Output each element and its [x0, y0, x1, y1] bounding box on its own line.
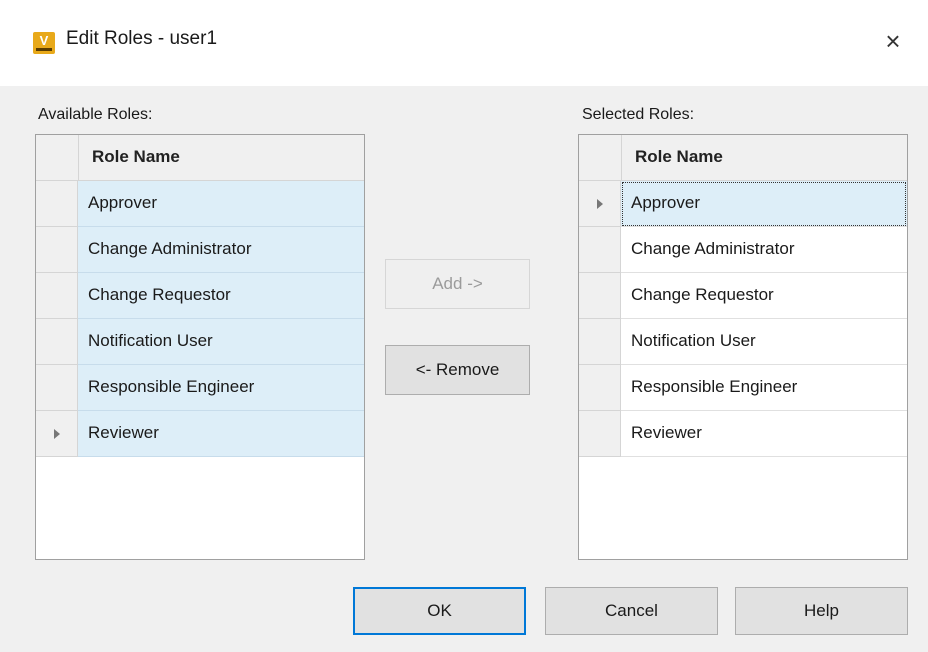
row-header[interactable]: [579, 365, 621, 411]
help-button[interactable]: Help: [735, 587, 908, 635]
role-cell[interactable]: Notification User: [621, 319, 907, 365]
row-header-corner: [579, 135, 622, 180]
table-row[interactable]: Approver: [579, 181, 907, 227]
table-row[interactable]: Change Requestor: [579, 273, 907, 319]
role-cell[interactable]: Reviewer: [621, 411, 907, 457]
row-header[interactable]: [579, 227, 621, 273]
role-cell[interactable]: Approver: [78, 181, 364, 227]
close-icon[interactable]: ×: [876, 24, 910, 58]
role-cell[interactable]: Reviewer: [78, 411, 364, 457]
role-cell[interactable]: Responsible Engineer: [78, 365, 364, 411]
available-roles-label: Available Roles:: [38, 106, 153, 123]
table-row[interactable]: Change Requestor: [36, 273, 364, 319]
row-header[interactable]: [36, 365, 78, 411]
row-header-corner: [36, 135, 79, 180]
add-button[interactable]: Add ->: [385, 259, 530, 309]
window-title: Edit Roles - user1: [66, 28, 218, 49]
grid-header: Role Name: [36, 135, 364, 181]
table-row[interactable]: Notification User: [36, 319, 364, 365]
role-cell[interactable]: Change Requestor: [621, 273, 907, 319]
row-header[interactable]: [36, 411, 78, 457]
role-name-column-header[interactable]: Role Name: [92, 147, 180, 167]
current-row-arrow-icon: [54, 429, 60, 439]
role-cell[interactable]: Change Requestor: [78, 273, 364, 319]
remove-button[interactable]: <- Remove: [385, 345, 530, 395]
ok-button[interactable]: OK: [353, 587, 526, 635]
row-header[interactable]: [36, 181, 78, 227]
table-row[interactable]: Approver: [36, 181, 364, 227]
role-cell[interactable]: Responsible Engineer: [621, 365, 907, 411]
table-row[interactable]: Responsible Engineer: [36, 365, 364, 411]
table-row[interactable]: Reviewer: [579, 411, 907, 457]
available-roles-grid[interactable]: Role Name Approver Change Administrator …: [35, 134, 365, 560]
vault-app-icon: [33, 32, 55, 54]
row-header[interactable]: [579, 181, 621, 227]
table-row[interactable]: Notification User: [579, 319, 907, 365]
selected-roles-label: Selected Roles:: [582, 106, 695, 123]
role-cell[interactable]: Approver: [621, 181, 907, 227]
row-header[interactable]: [579, 319, 621, 365]
role-cell[interactable]: Change Administrator: [621, 227, 907, 273]
table-row[interactable]: Responsible Engineer: [579, 365, 907, 411]
current-row-arrow-icon: [597, 199, 603, 209]
table-row[interactable]: Change Administrator: [579, 227, 907, 273]
cancel-button[interactable]: Cancel: [545, 587, 718, 635]
role-name-column-header[interactable]: Role Name: [635, 147, 723, 167]
selected-roles-grid[interactable]: Role Name Approver Change Administrator …: [578, 134, 908, 560]
table-row[interactable]: Change Administrator: [36, 227, 364, 273]
row-header[interactable]: [36, 273, 78, 319]
role-cell[interactable]: Notification User: [78, 319, 364, 365]
grid-header: Role Name: [579, 135, 907, 181]
role-cell[interactable]: Change Administrator: [78, 227, 364, 273]
table-row[interactable]: Reviewer: [36, 411, 364, 457]
title-bar: Edit Roles - user1 ×: [0, 0, 928, 86]
row-header[interactable]: [36, 227, 78, 273]
row-header[interactable]: [579, 273, 621, 319]
row-header[interactable]: [36, 319, 78, 365]
row-header[interactable]: [579, 411, 621, 457]
